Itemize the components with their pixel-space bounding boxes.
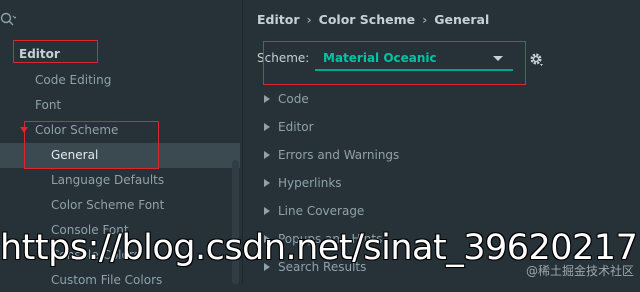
sidebar-item-label: Code Editing: [35, 73, 112, 87]
triangle-right-icon: [264, 178, 270, 187]
section-label: Code: [278, 92, 309, 106]
sidebar-item-label: Font: [35, 98, 62, 112]
breadcrumb-item: Editor: [257, 12, 300, 27]
breadcrumb-item: Color Scheme: [318, 12, 416, 27]
sidebar-item-custom-file-colors[interactable]: Custom File Colors: [51, 268, 162, 292]
triangle-right-icon: [264, 150, 270, 159]
breadcrumb-separator: ›: [306, 12, 312, 27]
section-editor[interactable]: Editor: [264, 117, 314, 137]
triangle-right-icon: [264, 122, 270, 131]
section-label: Line Coverage: [278, 204, 365, 218]
section-errors-and-warnings[interactable]: Errors and Warnings: [264, 145, 399, 165]
breadcrumb-item: General: [434, 12, 490, 27]
sidebar-item-label: Custom File Colors: [51, 273, 163, 287]
section-label: Errors and Warnings: [278, 148, 400, 162]
triangle-right-icon: [264, 94, 270, 103]
corner-watermark: @稀土掘金技术社区: [525, 264, 634, 278]
search-icon[interactable]: [0, 12, 16, 28]
sidebar-item-label: Color Scheme Font: [51, 198, 165, 212]
section-code[interactable]: Code: [264, 89, 309, 109]
sidebar-item-color-scheme-font[interactable]: Color Scheme Font: [51, 193, 164, 217]
section-label: Hyperlinks: [278, 176, 342, 190]
sidebar-item-label: Language Defaults: [51, 173, 165, 187]
sidebar-item-code-editing[interactable]: Code Editing: [35, 68, 111, 92]
section-line-coverage[interactable]: Line Coverage: [264, 201, 364, 221]
breadcrumb-separator: ›: [422, 12, 428, 27]
highlight-box-editor: [13, 40, 98, 63]
breadcrumb: Editor › Color Scheme › General: [257, 12, 489, 27]
section-hyperlinks[interactable]: Hyperlinks: [264, 173, 342, 193]
highlight-box-color-scheme: [24, 121, 159, 169]
gear-icon[interactable]: [528, 51, 544, 67]
sidebar-item-language-defaults[interactable]: Language Defaults: [51, 168, 164, 192]
highlight-box-scheme: [263, 41, 526, 85]
sidebar-item-font[interactable]: Font: [35, 93, 61, 117]
triangle-right-icon: [264, 206, 270, 215]
section-label: Editor: [278, 120, 314, 134]
